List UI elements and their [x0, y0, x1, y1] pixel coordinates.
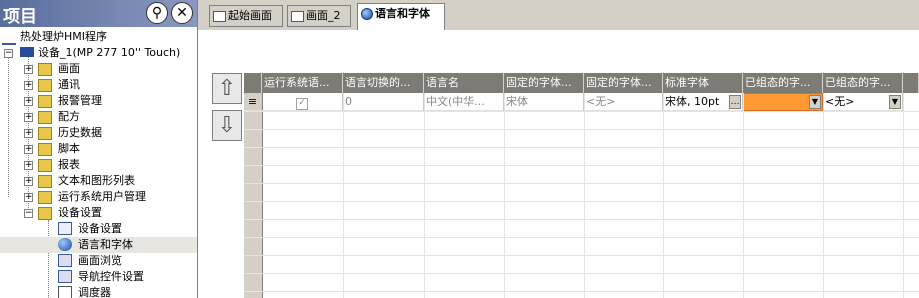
grid-line: [244, 291, 919, 292]
screen-icon: [213, 10, 226, 22]
grid-vline: [903, 93, 904, 298]
globe-icon: [361, 8, 373, 20]
expand-icon[interactable]: +: [24, 113, 33, 122]
move-down-button[interactable]: ⇩: [212, 110, 242, 141]
project-pane: 项目 ⚲ ✕ 热处理炉HMI程序 − 设备_1(MP 277 10'' Touc…: [0, 0, 198, 298]
chevron-down-icon[interactable]: ▼: [889, 95, 901, 109]
language-table: 运行系统语... 语言切换的... 语言名 固定的字体... 固定的字体... …: [244, 73, 919, 298]
col-header-filler: [903, 73, 919, 93]
row-selector-icon[interactable]: ≡: [244, 93, 262, 111]
tree-line: [48, 220, 49, 298]
corner-cell: [244, 73, 262, 93]
tree-root-label: 热处理炉HMI程序: [20, 30, 108, 43]
folder-icon: [38, 127, 52, 140]
grid-line: [244, 111, 919, 112]
folder-icon: [38, 79, 52, 92]
folder-icon: [38, 207, 52, 220]
project-icon: [2, 30, 16, 45]
folder-icon: [38, 159, 52, 172]
grid-vline: [343, 93, 344, 298]
expand-icon[interactable]: +: [24, 161, 33, 170]
project-pane-header: 项目 ⚲ ✕: [0, 0, 197, 27]
grid-vline: [823, 93, 824, 298]
scheduler-icon: [58, 286, 72, 298]
tree-device-label: 设备_1(MP 277 10'' Touch): [38, 46, 181, 59]
tree-line: [8, 52, 9, 197]
grid-vline: [424, 93, 425, 298]
close-icon[interactable]: ✕: [171, 2, 193, 24]
grid-line: [244, 201, 919, 202]
language-name-cell[interactable]: 中文(中华...: [424, 93, 504, 111]
folder-icon: [38, 95, 52, 108]
col-header[interactable]: 运行系统语...: [262, 73, 343, 93]
screen-nav-icon: [58, 254, 72, 267]
folder-icon: [38, 63, 52, 76]
globe-icon: [58, 238, 72, 251]
col-header[interactable]: 已组态的字...: [743, 73, 823, 93]
tab-screen-2[interactable]: 画面_2: [287, 5, 351, 27]
col-header[interactable]: 语言切换的...: [343, 73, 424, 93]
grid-line: [244, 237, 919, 238]
screen-icon: [291, 10, 304, 22]
device-settings-icon: [58, 222, 72, 235]
col-header[interactable]: 固定的字体...: [504, 73, 584, 93]
grid-line: [244, 255, 919, 256]
tab-language-fonts[interactable]: 语言和字体: [357, 3, 445, 30]
grid-line: [244, 129, 919, 130]
expand-icon[interactable]: +: [24, 145, 33, 154]
expand-icon[interactable]: +: [24, 177, 33, 186]
chevron-down-icon[interactable]: ▼: [809, 95, 821, 109]
grid-line: [244, 273, 919, 274]
expand-icon[interactable]: +: [24, 129, 33, 138]
grid-vline: [743, 93, 744, 298]
grid-vline: [504, 93, 505, 298]
folder-icon: [38, 111, 52, 124]
grid-line: [244, 183, 919, 184]
folder-icon: [38, 191, 52, 204]
grid-line: [244, 165, 919, 166]
device-icon: [20, 47, 34, 57]
tree-subitem-language-fonts[interactable]: 语言和字体: [0, 237, 197, 253]
expand-icon[interactable]: +: [24, 65, 33, 74]
pin-icon[interactable]: ⚲: [146, 2, 168, 24]
col-header[interactable]: 标准字体: [663, 73, 743, 93]
fixed-font-cell[interactable]: <无>: [584, 93, 663, 111]
runtime-language-checkbox[interactable]: ✓: [262, 93, 343, 111]
col-header[interactable]: 固定的字体...: [584, 73, 663, 93]
collapse-icon[interactable]: −: [4, 49, 13, 58]
grid-line: [244, 219, 919, 220]
switch-order-cell[interactable]: 0: [343, 93, 424, 111]
col-header[interactable]: 语言名: [424, 73, 504, 93]
expand-icon[interactable]: +: [24, 81, 33, 90]
folder-icon: [38, 143, 52, 156]
col-header[interactable]: 已组态的字...: [823, 73, 903, 93]
collapse-icon[interactable]: −: [24, 209, 33, 218]
expand-icon[interactable]: +: [24, 193, 33, 202]
move-up-button[interactable]: ⇧: [212, 73, 242, 104]
grid-line: [244, 147, 919, 148]
grid-vline: [584, 93, 585, 298]
fixed-font-cell[interactable]: 宋体: [504, 93, 584, 111]
editor-tab-strip: 起始画面 画面_2 语言和字体: [198, 0, 919, 30]
folder-icon: [38, 175, 52, 188]
tab-start-screen[interactable]: 起始画面: [209, 5, 283, 27]
expand-icon[interactable]: +: [24, 97, 33, 106]
nav-control-icon: [58, 270, 72, 283]
ellipsis-button[interactable]: …: [729, 95, 741, 109]
project-pane-title: 项目: [3, 7, 37, 27]
grid-vline: [663, 93, 664, 298]
